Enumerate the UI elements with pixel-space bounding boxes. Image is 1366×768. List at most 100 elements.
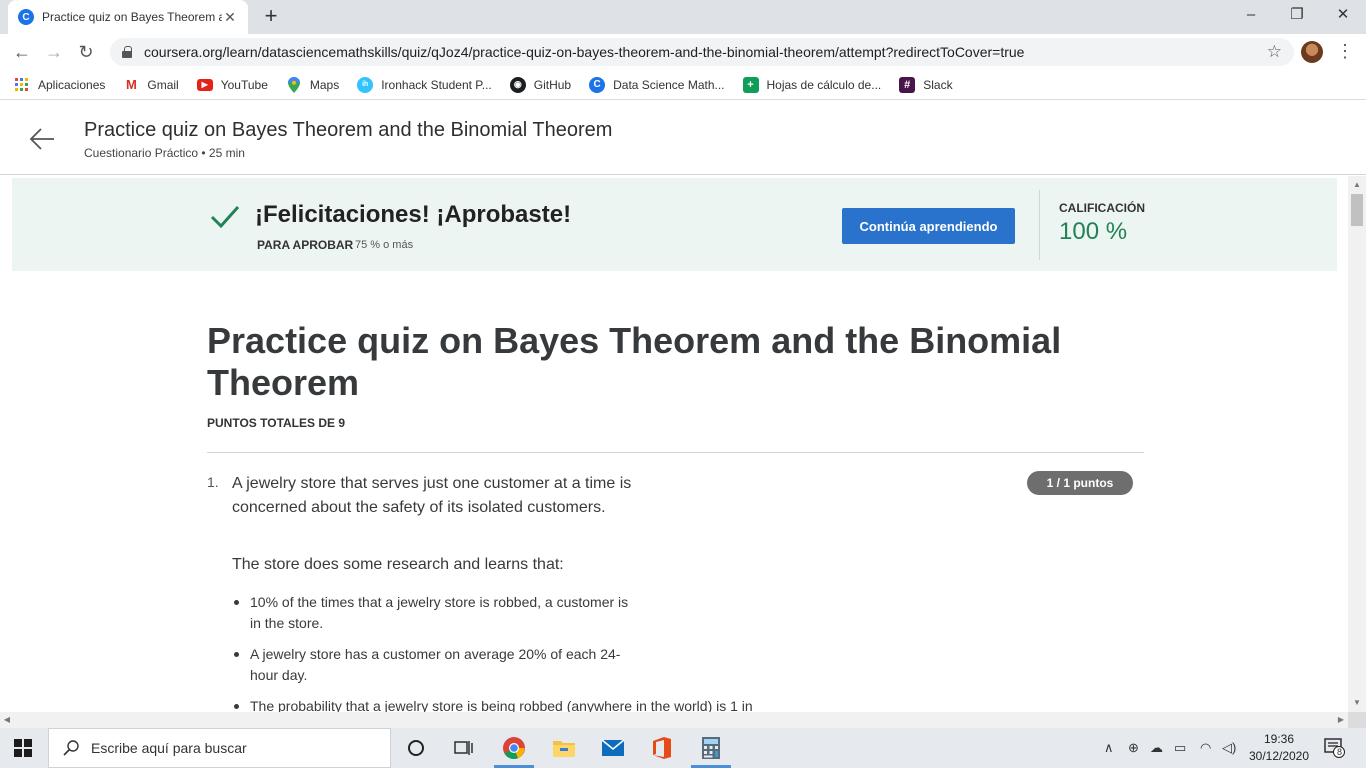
scroll-right-icon[interactable]: ▶ xyxy=(1334,712,1348,728)
tab-close-icon[interactable]: ✕ xyxy=(222,9,238,26)
gmail-icon: M xyxy=(125,77,137,92)
show-hidden-icons-icon[interactable]: ∧ xyxy=(1104,740,1114,756)
bookmark-maps[interactable]: Maps xyxy=(286,76,339,93)
question-bullets: 10% of the times that a jewelry store is… xyxy=(232,592,792,712)
volume-icon[interactable]: ◁) xyxy=(1222,740,1236,756)
url-text: coursera.org/learn/datasciencemathskills… xyxy=(144,44,1025,60)
bookmark-youtube[interactable]: ▶ YouTube xyxy=(196,77,268,92)
list-item: 10% of the times that a jewelry store is… xyxy=(232,592,642,634)
bookmark-label: Gmail xyxy=(147,77,179,92)
scroll-up-icon[interactable]: ▲ xyxy=(1348,178,1366,192)
windows-taskbar: Escribe aquí para buscar ∧ ⊕ ☁ ▭ ◠ ◁) 19… xyxy=(0,728,1366,768)
windows-start-icon[interactable] xyxy=(14,739,32,757)
search-placeholder: Escribe aquí para buscar xyxy=(91,740,247,756)
taskbar-search-box[interactable]: Escribe aquí para buscar xyxy=(48,728,391,768)
office-icon[interactable] xyxy=(648,734,676,762)
scrollbar-thumb[interactable] xyxy=(1351,194,1363,226)
tab-title: Practice quiz on Bayes Theorem a xyxy=(42,10,222,24)
sheets-icon: + xyxy=(742,76,759,93)
battery-icon[interactable]: ▭ xyxy=(1174,740,1186,756)
scrollbar-corner xyxy=(1348,712,1366,728)
github-icon: ◉ xyxy=(509,76,526,93)
browser-toolbar: ← → ↻ coursera.org/learn/datasciencemath… xyxy=(0,34,1366,70)
list-item: The probability that a jewelry store is … xyxy=(232,696,792,712)
bookmark-label: Aplicaciones xyxy=(38,77,106,92)
header-subtitle: Cuestionario Práctico • 25 min xyxy=(84,146,245,160)
close-window-button[interactable]: ✕ xyxy=(1320,0,1366,30)
checkmark-icon xyxy=(210,205,240,229)
meet-now-icon[interactable]: ⊕ xyxy=(1128,740,1139,756)
maximize-button[interactable]: ❐ xyxy=(1274,0,1320,30)
cortana-icon[interactable] xyxy=(402,734,430,762)
bookmark-label: GitHub xyxy=(533,77,572,92)
bookmark-label: Ironhack Student P... xyxy=(381,77,492,92)
bookmark-star-icon[interactable]: ☆ xyxy=(1267,42,1282,62)
coursera-icon: C xyxy=(589,76,606,93)
browser-menu-icon[interactable]: ⋮ xyxy=(1336,40,1354,64)
profile-avatar[interactable] xyxy=(1301,41,1323,63)
youtube-icon: ▶ xyxy=(196,78,213,91)
continue-learning-button[interactable]: Continúa aprendiendo xyxy=(842,208,1015,244)
bookmark-label: Data Science Math... xyxy=(613,77,725,92)
task-view-icon[interactable] xyxy=(450,734,478,762)
notification-count: 8 xyxy=(1336,747,1342,757)
wifi-icon[interactable]: ◠ xyxy=(1200,740,1211,756)
vertical-scrollbar[interactable]: ▲ ▼ xyxy=(1348,176,1366,712)
pass-threshold-value: 75 % o más xyxy=(355,239,414,251)
scroll-left-icon[interactable]: ◀ xyxy=(0,712,14,728)
pass-threshold-label: PARA APROBAR xyxy=(257,238,354,252)
bookmarks-bar: Aplicaciones M Gmail ▶ YouTube Maps ih I… xyxy=(0,70,1366,100)
back-arrow-icon[interactable] xyxy=(28,125,56,153)
new-tab-button[interactable]: + xyxy=(258,4,284,30)
apps-grid-icon xyxy=(14,77,30,93)
question-number: 1. xyxy=(207,474,219,490)
bookmark-ironhack[interactable]: ih Ironhack Student P... xyxy=(357,76,492,93)
browser-tabstrip: C Practice quiz on Bayes Theorem a ✕ + –… xyxy=(0,0,1366,34)
minimize-button[interactable]: – xyxy=(1228,0,1274,30)
quiz-header: Practice quiz on Bayes Theorem and the B… xyxy=(0,103,1366,175)
bookmark-aplicaciones[interactable]: Aplicaciones xyxy=(14,77,105,93)
onedrive-icon[interactable]: ☁ xyxy=(1150,740,1163,756)
ironhack-icon: ih xyxy=(357,76,374,93)
bookmark-label: YouTube xyxy=(220,77,268,92)
search-icon xyxy=(63,740,79,756)
mail-icon[interactable] xyxy=(599,734,627,762)
coursera-favicon-icon: C xyxy=(18,9,34,25)
browser-tab[interactable]: C Practice quiz on Bayes Theorem a ✕ xyxy=(8,0,248,34)
calculator-icon[interactable] xyxy=(697,734,725,762)
address-bar[interactable]: coursera.org/learn/datasciencemathskills… xyxy=(110,38,1294,66)
bookmark-gmail[interactable]: M Gmail xyxy=(123,77,179,93)
congrats-heading: ¡Felicitaciones! ¡Aprobaste! xyxy=(255,201,572,228)
slack-icon: # xyxy=(899,76,916,93)
quiz-title: Practice quiz on Bayes Theorem and the B… xyxy=(207,320,1062,403)
grade-label: CALIFICACIÓN xyxy=(1059,201,1145,215)
total-points: PUNTOS TOTALES DE 9 xyxy=(207,416,346,430)
main-content: ¡Felicitaciones! ¡Aprobaste! PARA APROBA… xyxy=(0,176,1348,712)
file-explorer-icon[interactable] xyxy=(550,734,578,762)
bookmark-slack[interactable]: # Slack xyxy=(899,76,953,93)
bookmark-data-science-math[interactable]: C Data Science Math... xyxy=(589,76,725,93)
question-points-badge: 1 / 1 puntos xyxy=(1027,471,1133,495)
clock-date: 30/12/2020 xyxy=(1248,749,1310,763)
reload-button[interactable]: ↻ xyxy=(74,40,98,64)
question-intro: The store does some research and learns … xyxy=(232,556,564,573)
result-banner: ¡Felicitaciones! ¡Aprobaste! PARA APROBA… xyxy=(12,178,1337,271)
banner-divider xyxy=(1039,190,1040,260)
lock-icon xyxy=(122,46,132,58)
maps-pin-icon xyxy=(286,76,302,93)
bookmark-github[interactable]: ◉ GitHub xyxy=(509,76,572,93)
clock-time: 19:36 xyxy=(1263,732,1295,746)
grade-value: 100 % xyxy=(1059,218,1128,245)
header-title: Practice quiz on Bayes Theorem and the B… xyxy=(84,119,613,141)
forward-button[interactable]: → xyxy=(42,40,66,64)
horizontal-scrollbar[interactable]: ◀ ▶ xyxy=(0,712,1348,728)
notifications-icon[interactable]: 8 xyxy=(1324,738,1346,761)
bookmark-sheets[interactable]: + Hojas de cálculo de... xyxy=(742,76,882,93)
bookmark-label: Slack xyxy=(923,77,953,92)
back-button[interactable]: ← xyxy=(10,40,34,64)
system-clock[interactable]: 19:36 30/12/2020 xyxy=(1246,731,1312,765)
scroll-down-icon[interactable]: ▼ xyxy=(1348,696,1366,710)
chrome-icon[interactable] xyxy=(500,734,528,762)
bookmark-label: Hojas de cálculo de... xyxy=(766,77,882,92)
question-text: A jewelry store that serves just one cus… xyxy=(232,475,632,516)
